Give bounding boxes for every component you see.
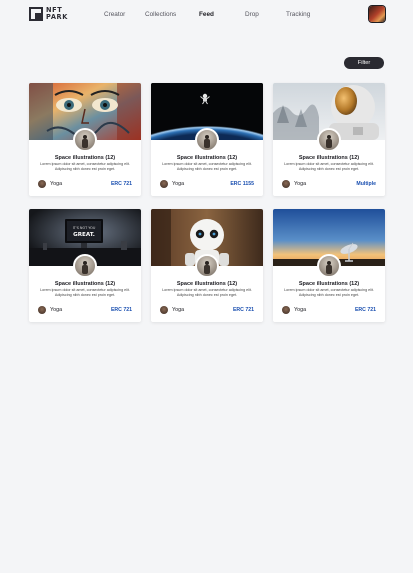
monitor-text-line-2: GREAT.: [73, 232, 95, 238]
brand-line-2: PARK: [46, 13, 68, 21]
owner-name[interactable]: Yoga: [172, 307, 184, 313]
nav-creator[interactable]: Creator: [104, 11, 125, 18]
owner-name[interactable]: Yoga: [50, 307, 62, 313]
nav-collections[interactable]: Collections: [145, 11, 176, 18]
token-standard: ERC 721: [232, 307, 254, 313]
owner-name[interactable]: Yoga: [294, 181, 306, 187]
card-title[interactable]: Space illustrations (12): [273, 281, 385, 287]
nft-card[interactable]: Space illustrations (12) Lorem ipsum dol…: [273, 83, 385, 196]
token-standard: ERC 721: [110, 307, 132, 313]
nav-drop[interactable]: Drop: [245, 11, 259, 18]
card-description: Lorem ipsum dolor sit amet, consectetur …: [284, 162, 374, 171]
top-navbar: NFT PARK Creator Collections Feed Drop T…: [0, 0, 413, 30]
card-description: Lorem ipsum dolor sit amet, consectetur …: [162, 162, 252, 171]
card-title[interactable]: Space illustrations (12): [151, 155, 263, 161]
card-title[interactable]: Space illustrations (12): [29, 281, 141, 287]
owner-avatar[interactable]: [160, 306, 168, 314]
owner-avatar[interactable]: [160, 180, 168, 188]
nft-card[interactable]: IT'S NOT YOU GREAT. Space illustrations …: [29, 209, 141, 322]
token-standard: ERC 1155: [230, 181, 254, 187]
owner-name[interactable]: Yoga: [294, 307, 306, 313]
token-standard: ERC 721: [354, 307, 376, 313]
filter-button[interactable]: Filter: [344, 57, 384, 69]
creator-avatar[interactable]: [73, 128, 97, 152]
user-avatar[interactable]: [369, 6, 385, 22]
owner-avatar[interactable]: [282, 180, 290, 188]
nav-tracking[interactable]: Tracking: [286, 11, 310, 18]
card-description: Lorem ipsum dolor sit amet, consectetur …: [40, 162, 130, 171]
card-title[interactable]: Space illustrations (12): [151, 281, 263, 287]
owner-avatar[interactable]: [282, 306, 290, 314]
nav-feed[interactable]: Feed: [199, 11, 214, 18]
nft-card[interactable]: Space illustrations (12) Lorem ipsum dol…: [29, 83, 141, 196]
logo-icon: [29, 7, 43, 21]
monitor-text-line-1: IT'S NOT YOU: [73, 226, 96, 230]
card-description: Lorem ipsum dolor sit amet, consectetur …: [162, 288, 252, 297]
creator-avatar[interactable]: [195, 128, 219, 152]
owner-avatar[interactable]: [38, 306, 46, 314]
creator-avatar[interactable]: [195, 254, 219, 278]
card-title[interactable]: Space illustrations (12): [29, 155, 141, 161]
token-standard: ERC 721: [110, 181, 132, 187]
card-description: Lorem ipsum dolor sit amet, consectetur …: [40, 288, 130, 297]
owner-name[interactable]: Yoga: [50, 181, 62, 187]
token-standard: Multiple: [356, 181, 376, 187]
card-description: Lorem ipsum dolor sit amet, consectetur …: [284, 288, 374, 297]
creator-avatar[interactable]: [317, 254, 341, 278]
nft-card[interactable]: Space illustrations (12) Lorem ipsum dol…: [151, 83, 263, 196]
nft-card[interactable]: Space illustrations (12) Lorem ipsum dol…: [151, 209, 263, 322]
owner-avatar[interactable]: [38, 180, 46, 188]
creator-avatar[interactable]: [73, 254, 97, 278]
creator-avatar[interactable]: [317, 128, 341, 152]
card-title[interactable]: Space illustrations (12): [273, 155, 385, 161]
brand-logo[interactable]: NFT PARK: [29, 7, 68, 21]
nft-card[interactable]: Space illustrations (12) Lorem ipsum dol…: [273, 209, 385, 322]
owner-name[interactable]: Yoga: [172, 181, 184, 187]
